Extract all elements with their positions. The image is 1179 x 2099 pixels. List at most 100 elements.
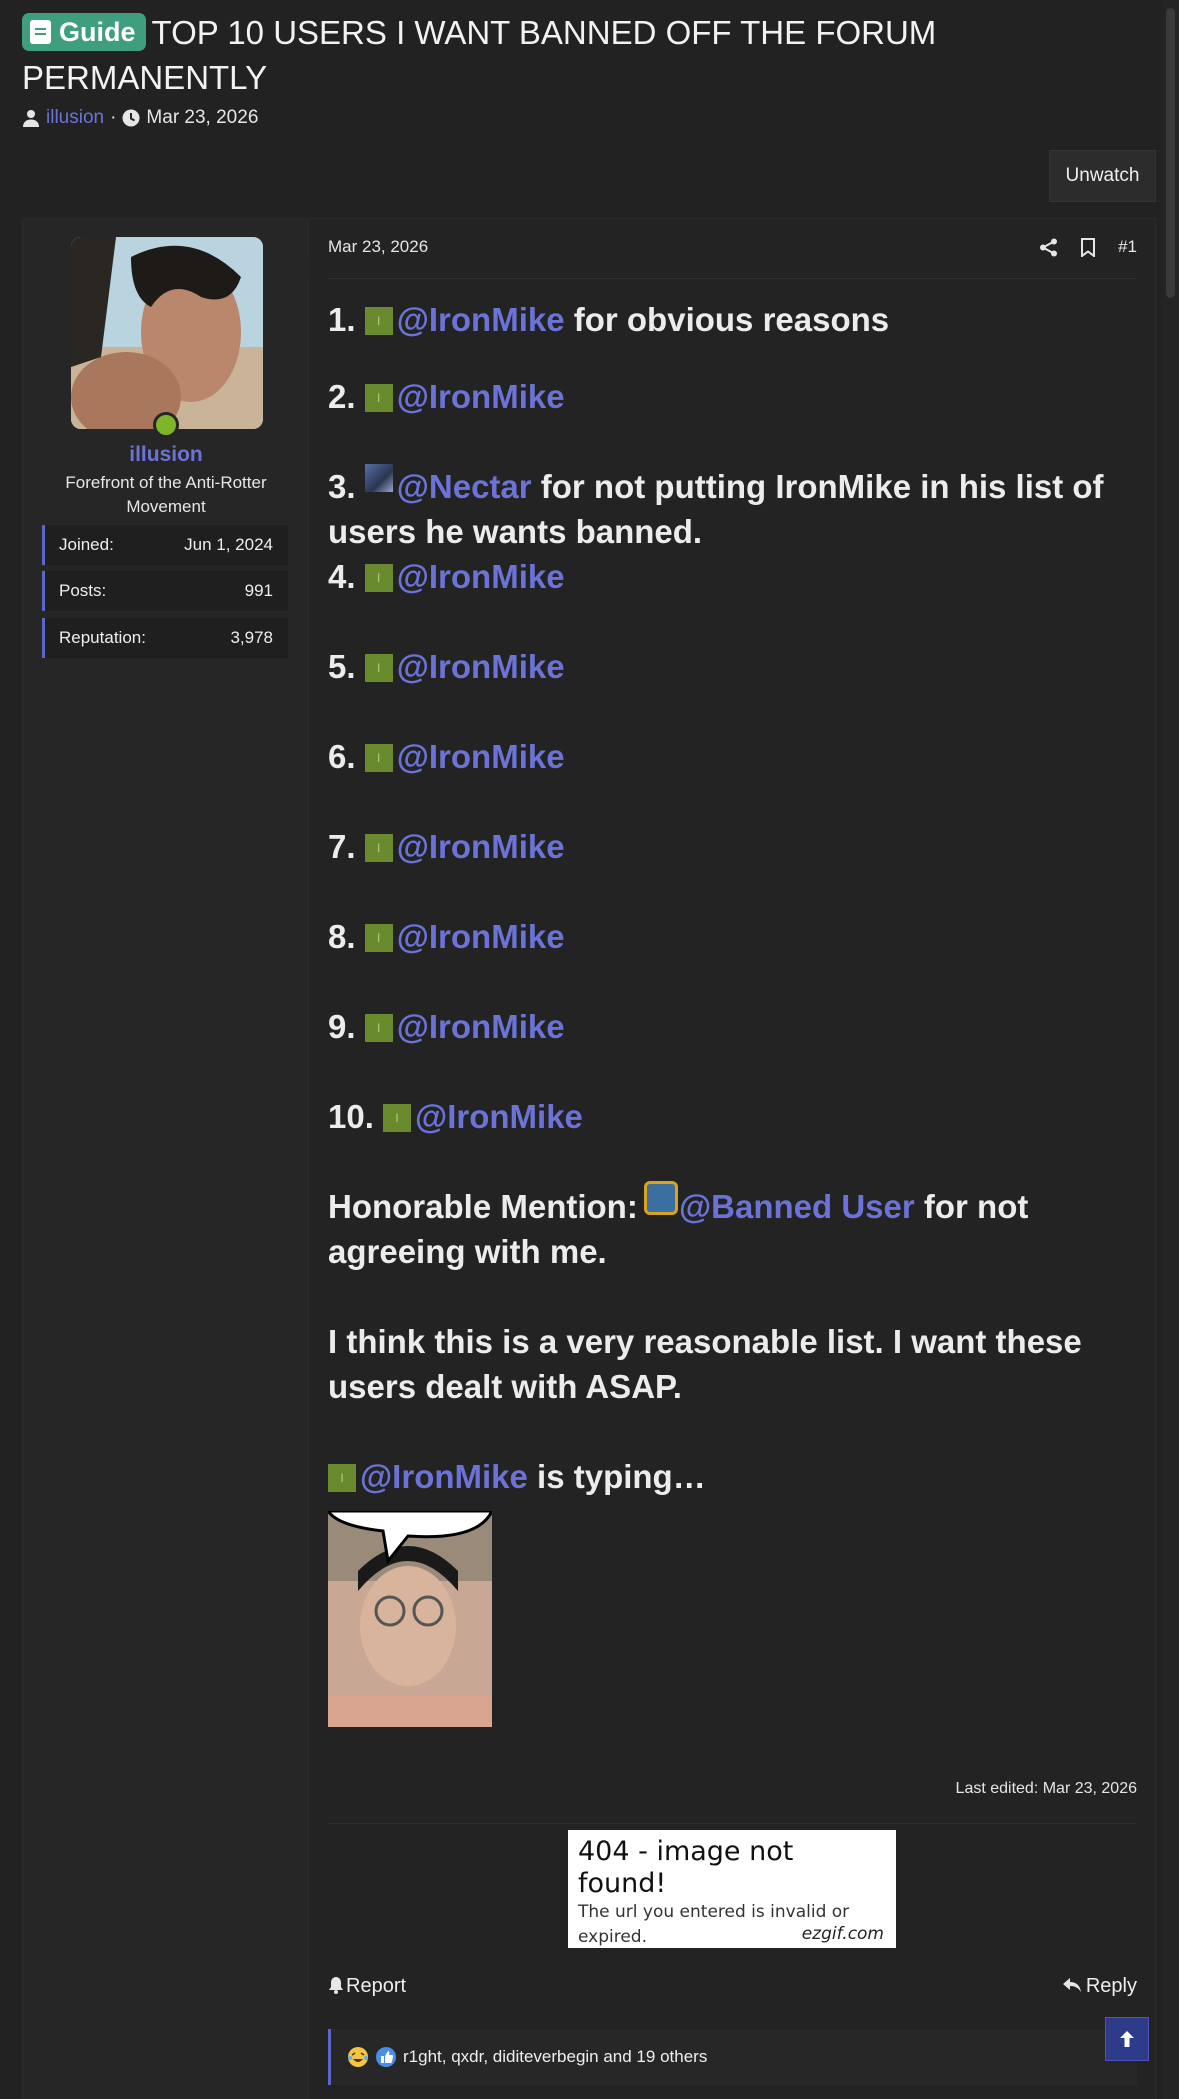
honorable-prefix: Honorable Mention: [328, 1188, 647, 1225]
user-name[interactable]: illusion [23, 443, 309, 467]
meta-separator: · [110, 107, 117, 128]
guide-prefix-badge[interactable]: Guide [22, 13, 146, 51]
list-item: 8. I @IronMike [328, 914, 1148, 959]
stat-label: Posts: [59, 581, 107, 600]
list-item: 7. I @IronMike [328, 824, 1148, 869]
unwatch-button[interactable]: Unwatch [1049, 150, 1156, 202]
list-item: 5. I @IronMike [328, 644, 1148, 689]
signature-credit: ezgif.com [801, 1924, 884, 1944]
post-number[interactable]: #1 [1118, 237, 1137, 257]
typing-line: I @IronMike is typing… [328, 1454, 1148, 1499]
list-item: 9. I @IronMike [328, 1004, 1148, 1049]
post-date[interactable]: Mar 23, 2026 [328, 237, 428, 257]
book-icon [30, 20, 51, 44]
stat-reputation: Reputation: 3,978 [42, 618, 288, 658]
list-number: 4. [328, 558, 356, 595]
mention-avatar-icon[interactable]: I [364, 654, 393, 682]
last-edited: Last edited: Mar 23, 2026 [955, 1780, 1137, 1797]
page-scrollbar[interactable] [1162, 0, 1179, 2099]
mention-avatar-icon[interactable]: I [364, 564, 393, 592]
reactions-bar[interactable]: r1ght, qxdr, diditeverbegin and 19 other… [328, 2029, 1137, 2085]
user-mention-link[interactable]: @IronMike [397, 558, 565, 595]
list-number: 9. [328, 1008, 356, 1045]
banned-user-mention-link[interactable]: @Banned User [679, 1188, 915, 1225]
scrollbar-thumb[interactable] [1166, 8, 1175, 298]
post-actions: #1 [1039, 237, 1137, 257]
signature-heading: 404 - image not found! [578, 1836, 794, 1899]
user-mention-link[interactable]: @IronMike [397, 828, 565, 865]
user-mention-link[interactable]: @IronMike [397, 648, 565, 685]
mention-avatar-icon[interactable]: I [364, 834, 393, 862]
thread-author-link[interactable]: illusion [46, 107, 104, 129]
stat-value: Jun 1, 2024 [184, 535, 273, 554]
mention-avatar-icon[interactable]: I [364, 744, 393, 772]
user-mention-link[interactable]: @IronMike [397, 738, 565, 775]
reply-icon [1062, 1978, 1081, 1992]
banned-user-avatar-icon[interactable] [646, 1184, 675, 1212]
signature-image: 404 - image not found! The url you enter… [568, 1830, 896, 1948]
online-indicator [153, 412, 179, 438]
mention-avatar-icon[interactable]: I [383, 1104, 412, 1132]
mention-avatar-icon[interactable] [364, 464, 393, 492]
user-mention-link[interactable]: @IronMike [397, 1008, 565, 1045]
list-item: 6. I @IronMike [328, 734, 1148, 779]
scroll-to-top-button[interactable] [1105, 2017, 1149, 2061]
post-arrow [298, 257, 310, 281]
list-item-text: for obvious reasons [564, 301, 890, 338]
user-mention-link[interactable]: @IronMike [360, 1458, 528, 1495]
list-number: 2. [328, 378, 356, 415]
user-icon [23, 110, 39, 127]
stat-label: Joined: [59, 535, 114, 554]
typing-meme-image [328, 1511, 492, 1727]
stat-value: 3,978 [230, 628, 273, 647]
prefix-label: Guide [59, 17, 136, 47]
mention-avatar-icon[interactable]: I [328, 1464, 356, 1492]
thread-title-text: TOP 10 USERS I WANT BANNED OFF THE FORUM… [22, 14, 937, 96]
post-header: Mar 23, 2026 #1 [328, 237, 1137, 279]
user-mention-link[interactable]: @IronMike [415, 1098, 583, 1135]
user-avatar[interactable] [71, 237, 263, 429]
list-number: 7. [328, 828, 356, 865]
list-number: 5. [328, 648, 356, 685]
stat-label: Reputation: [59, 628, 146, 647]
user-mention-link[interactable]: @IronMike [397, 378, 565, 415]
list-number: 1. [328, 301, 356, 338]
bookmark-icon[interactable] [1080, 237, 1096, 257]
thread-date[interactable]: Mar 23, 2026 [146, 107, 258, 129]
thumbs-up-icon [376, 2047, 396, 2067]
reply-button[interactable]: Reply [1062, 1975, 1137, 1998]
user-title: Forefront of the Anti-Rotter Movement [65, 473, 267, 516]
share-icon[interactable] [1039, 238, 1058, 257]
list-item: 2. I @IronMike [328, 374, 1148, 419]
mention-avatar-icon[interactable]: I [364, 384, 393, 412]
clock-icon [122, 109, 140, 127]
user-mention-link[interactable]: @IronMike [397, 918, 565, 955]
avatar-image [71, 237, 263, 429]
list-item: 4. I @IronMike [328, 554, 1148, 599]
post-footer: Report Reply [328, 1975, 1137, 1998]
report-label: Report [346, 1975, 407, 1997]
thread-header: Guide TOP 10 USERS I WANT BANNED OFF THE … [22, 10, 1142, 100]
list-number: 8. [328, 918, 356, 955]
mention-avatar-icon[interactable]: I [364, 1014, 393, 1042]
closing-text: I think this is a very reasonable list. … [328, 1323, 1082, 1405]
mention-avatar-icon[interactable]: I [364, 307, 393, 335]
list-item: 3. @Nectar for not putting IronMike in h… [328, 464, 1148, 554]
stat-posts: Posts: 991 [42, 571, 288, 611]
user-mention-link[interactable]: @IronMike [397, 301, 565, 338]
report-button[interactable]: Report [328, 1975, 406, 1998]
user-mention-link[interactable]: @Nectar [397, 468, 532, 505]
user-sidebar: illusion Forefront of the Anti-Rotter Mo… [23, 219, 309, 2099]
list-item: 1. I @IronMike for obvious reasons [328, 297, 1148, 342]
honorable-mention: Honorable Mention: @Banned User for not … [328, 1184, 1148, 1274]
signature-divider [328, 1823, 1137, 1824]
laugh-cry-emoji-icon [348, 2047, 368, 2067]
arrow-up-icon [1120, 2031, 1134, 2047]
typing-suffix: is typing… [527, 1458, 706, 1495]
bell-icon [329, 1977, 343, 1994]
reply-label: Reply [1085, 1975, 1137, 1997]
list-item: 10. I @IronMike [328, 1094, 1148, 1139]
mention-avatar-icon[interactable]: I [364, 924, 393, 952]
list-number: 10. [328, 1098, 374, 1135]
stat-value: 991 [244, 581, 273, 600]
